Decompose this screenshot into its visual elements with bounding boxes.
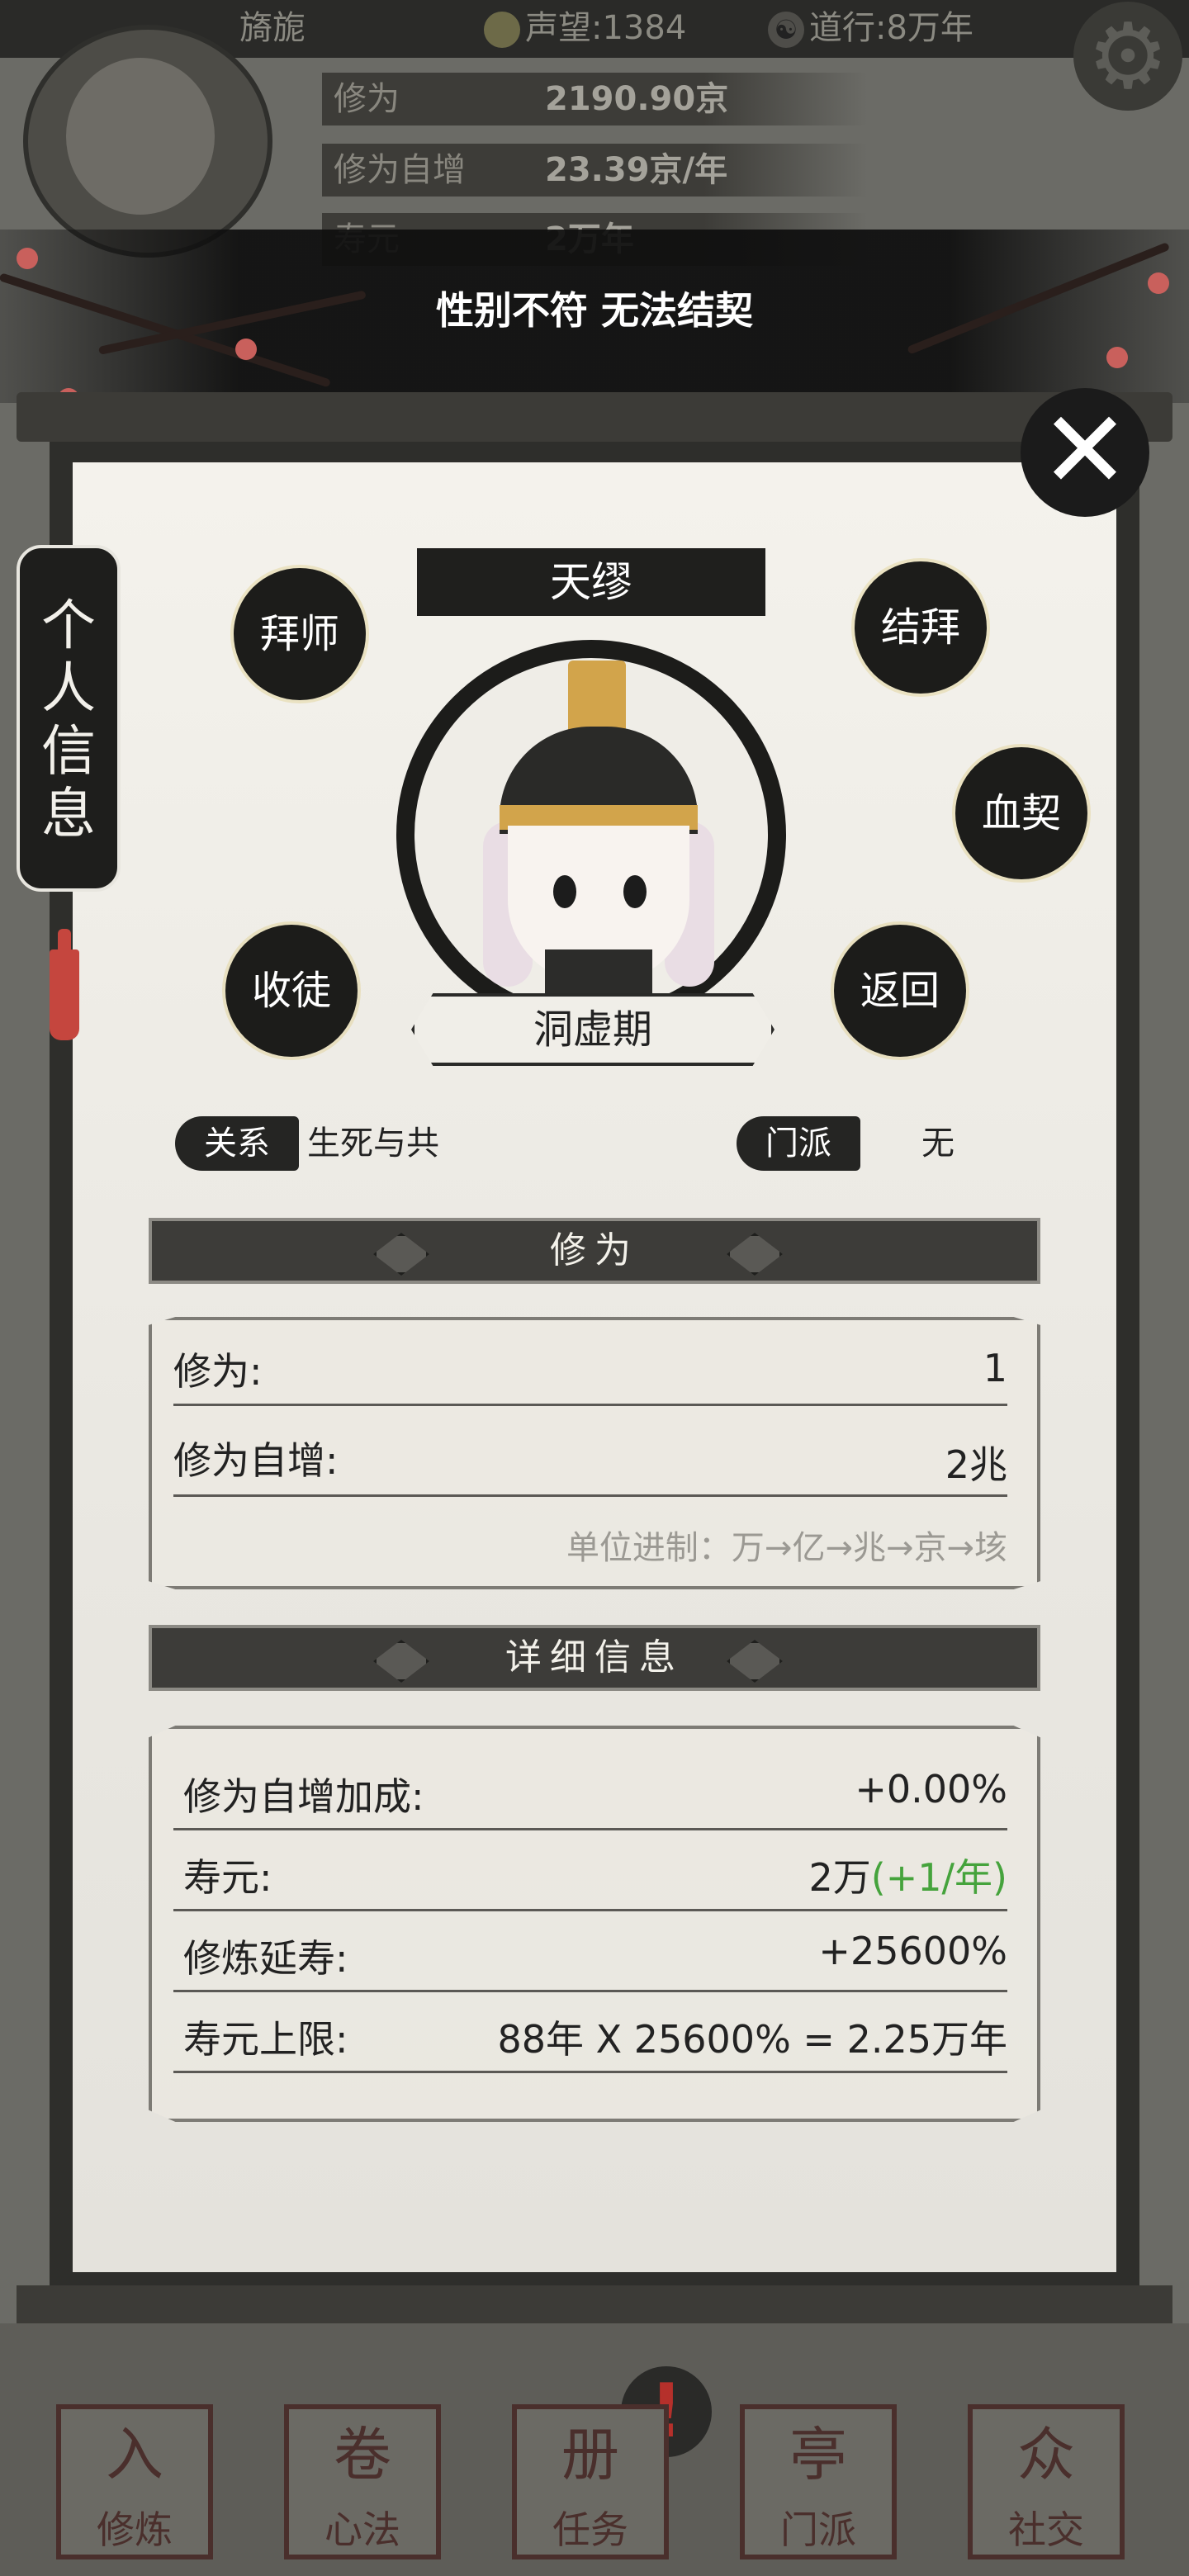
- nav-cultivate[interactable]: 入修炼: [56, 2404, 213, 2559]
- reputation-stat: 声望:1384: [484, 2, 686, 54]
- sect-value: 无: [921, 1125, 955, 1163]
- bg-stat-cultivation: 修为 2190.90京: [322, 73, 867, 125]
- realm-label: 洞虚期: [533, 1006, 652, 1053]
- bg-stat-value: 23.39京/年: [545, 151, 728, 189]
- back-button[interactable]: 返回: [834, 925, 966, 1057]
- growth-bonus-value: +0.00%: [855, 1767, 1007, 1811]
- bg-stat-value: 2190.90京: [545, 80, 729, 118]
- cultivation-value: 1: [983, 1346, 1007, 1390]
- plum-blossom: [1148, 272, 1169, 294]
- plum-blossom: [1106, 347, 1128, 368]
- scroll-rod-bottom: [17, 2285, 1172, 2323]
- book-icon: 册: [561, 2421, 619, 2488]
- nav-sect[interactable]: 亭门派: [740, 2404, 897, 2559]
- settings-gear-icon[interactable]: ⚙: [1073, 2, 1182, 111]
- portrait-hat-crest: [568, 661, 626, 735]
- reputation-text: 声望:1384: [525, 9, 687, 47]
- longevity-label: 修炼延寿:: [183, 1936, 348, 1981]
- nav-label: 心法: [324, 2507, 400, 2552]
- yin-yang-icon: ☯: [768, 12, 804, 48]
- lifespan-value: 2万(+1/年): [594, 1848, 1007, 1902]
- bg-stat-label: 修为自增: [334, 151, 466, 189]
- row-divider: [173, 1828, 1007, 1830]
- scroll-icon: 卷: [334, 2421, 391, 2488]
- cultivation-growth-label: 修为自增:: [173, 1438, 339, 1483]
- pavilion-icon: 亭: [789, 2421, 847, 2488]
- tassel-decoration: [50, 949, 79, 1040]
- growth-bonus-label: 修为自增加成:: [183, 1774, 424, 1819]
- lifespan-rate: (+1/年): [870, 1855, 1007, 1900]
- relation-tag: 关系: [175, 1116, 299, 1171]
- lifespan-cap-value: 88年 X 25600% = 2.25万年: [497, 2017, 1007, 2062]
- player-avatar-face: [66, 58, 215, 215]
- scroll-rod-top: [17, 392, 1172, 442]
- close-icon[interactable]: ✕: [1021, 388, 1149, 517]
- cultivation-growth-value: 2兆: [945, 1442, 1007, 1487]
- cultivate-icon: 入: [106, 2421, 163, 2488]
- row-divider: [173, 1909, 1007, 1911]
- dao-stat: ☯ 道行:8万年: [768, 2, 973, 54]
- row-divider: [173, 1990, 1007, 1992]
- dao-text: 道行:8万年: [809, 9, 973, 47]
- details-section-title: 详细信息: [505, 1636, 684, 1679]
- row-divider: [173, 1494, 1007, 1497]
- blood-pact-button[interactable]: 血契: [955, 747, 1087, 879]
- nav-tasks[interactable]: 册任务: [512, 2404, 669, 2559]
- people-icon: 众: [1017, 2421, 1075, 2488]
- plum-blossom: [17, 248, 38, 269]
- character-name: 天缪: [550, 558, 632, 606]
- nav-label: 社交: [1008, 2507, 1084, 2552]
- cultivation-section-title: 修为: [550, 1229, 639, 1271]
- sect-tag: 门派: [737, 1116, 860, 1171]
- apprentice-button[interactable]: 收徒: [225, 925, 358, 1057]
- nav-social[interactable]: 众社交: [968, 2404, 1125, 2559]
- cultivation-label: 修为:: [173, 1349, 263, 1394]
- row-divider: [173, 2071, 1007, 2073]
- side-tab-label: 个人信息: [41, 594, 96, 845]
- portrait-eye: [553, 875, 576, 908]
- nav-methods[interactable]: 卷心法: [284, 2404, 441, 2559]
- lifespan-amount: 2万: [808, 1855, 871, 1900]
- bg-stat-growth: 修为自增 23.39京/年: [322, 144, 867, 197]
- coin-icon: [484, 12, 520, 48]
- portrait-eye: [623, 875, 647, 908]
- nav-label: 修炼: [97, 2507, 173, 2552]
- row-divider: [173, 1404, 1007, 1406]
- nav-label: 任务: [552, 2507, 628, 2552]
- master-button[interactable]: 拜师: [234, 568, 366, 700]
- nav-label: 门派: [780, 2507, 856, 2552]
- sworn-button[interactable]: 结拜: [855, 561, 987, 694]
- unit-hint: 单位进制：万→亿→兆→京→垓: [566, 1529, 1007, 1567]
- longevity-value: +25600%: [818, 1929, 1007, 1973]
- relation-value: 生死与共: [307, 1125, 439, 1163]
- lifespan-label: 寿元:: [183, 1855, 272, 1900]
- player-name: 旖旎: [239, 9, 306, 47]
- lifespan-cap-label: 寿元上限:: [183, 2017, 348, 2062]
- bg-stat-label: 修为: [334, 80, 400, 118]
- plum-blossom: [235, 339, 257, 360]
